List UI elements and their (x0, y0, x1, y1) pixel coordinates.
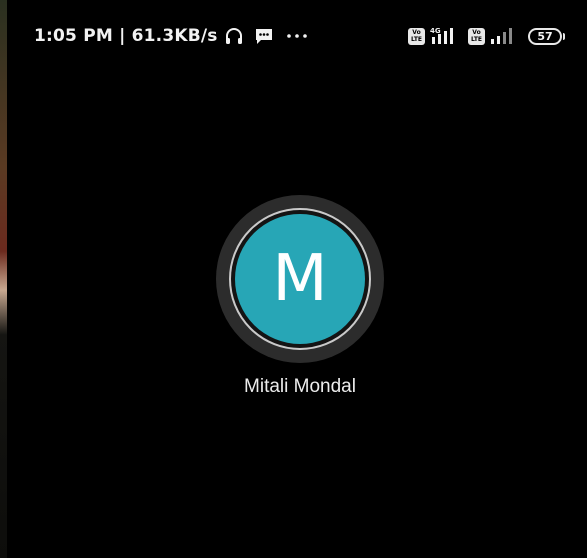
contact-name: Mitali Mondal (244, 376, 356, 397)
background-edge (0, 0, 7, 558)
network-type-label: 4G (430, 27, 441, 35)
signal-icon-2 (491, 28, 512, 44)
volte-icon: Vo LTE (408, 27, 425, 45)
volte-icon-2: Vo LTE (468, 27, 485, 45)
more-dots-icon (286, 26, 308, 46)
call-screen: 1:05 PM | 61.3KB/s Vo LTE 4G Vo LTE 57 M… (0, 0, 587, 558)
status-bar: 1:05 PM | 61.3KB/s Vo LTE 4G Vo LTE 57 (0, 0, 587, 72)
headset-icon (224, 26, 244, 46)
battery-tip (563, 32, 565, 40)
contact-avatar: M (235, 214, 365, 344)
status-right: Vo LTE 4G Vo LTE 57 (408, 25, 565, 47)
battery-icon: 57 (528, 27, 565, 45)
signal-icon: 4G (430, 27, 453, 44)
battery-level: 57 (528, 27, 562, 45)
status-time-speed: 1:05 PM | 61.3KB/s (34, 26, 218, 46)
status-left: 1:05 PM | 61.3KB/s (34, 24, 308, 48)
message-icon (254, 26, 274, 46)
